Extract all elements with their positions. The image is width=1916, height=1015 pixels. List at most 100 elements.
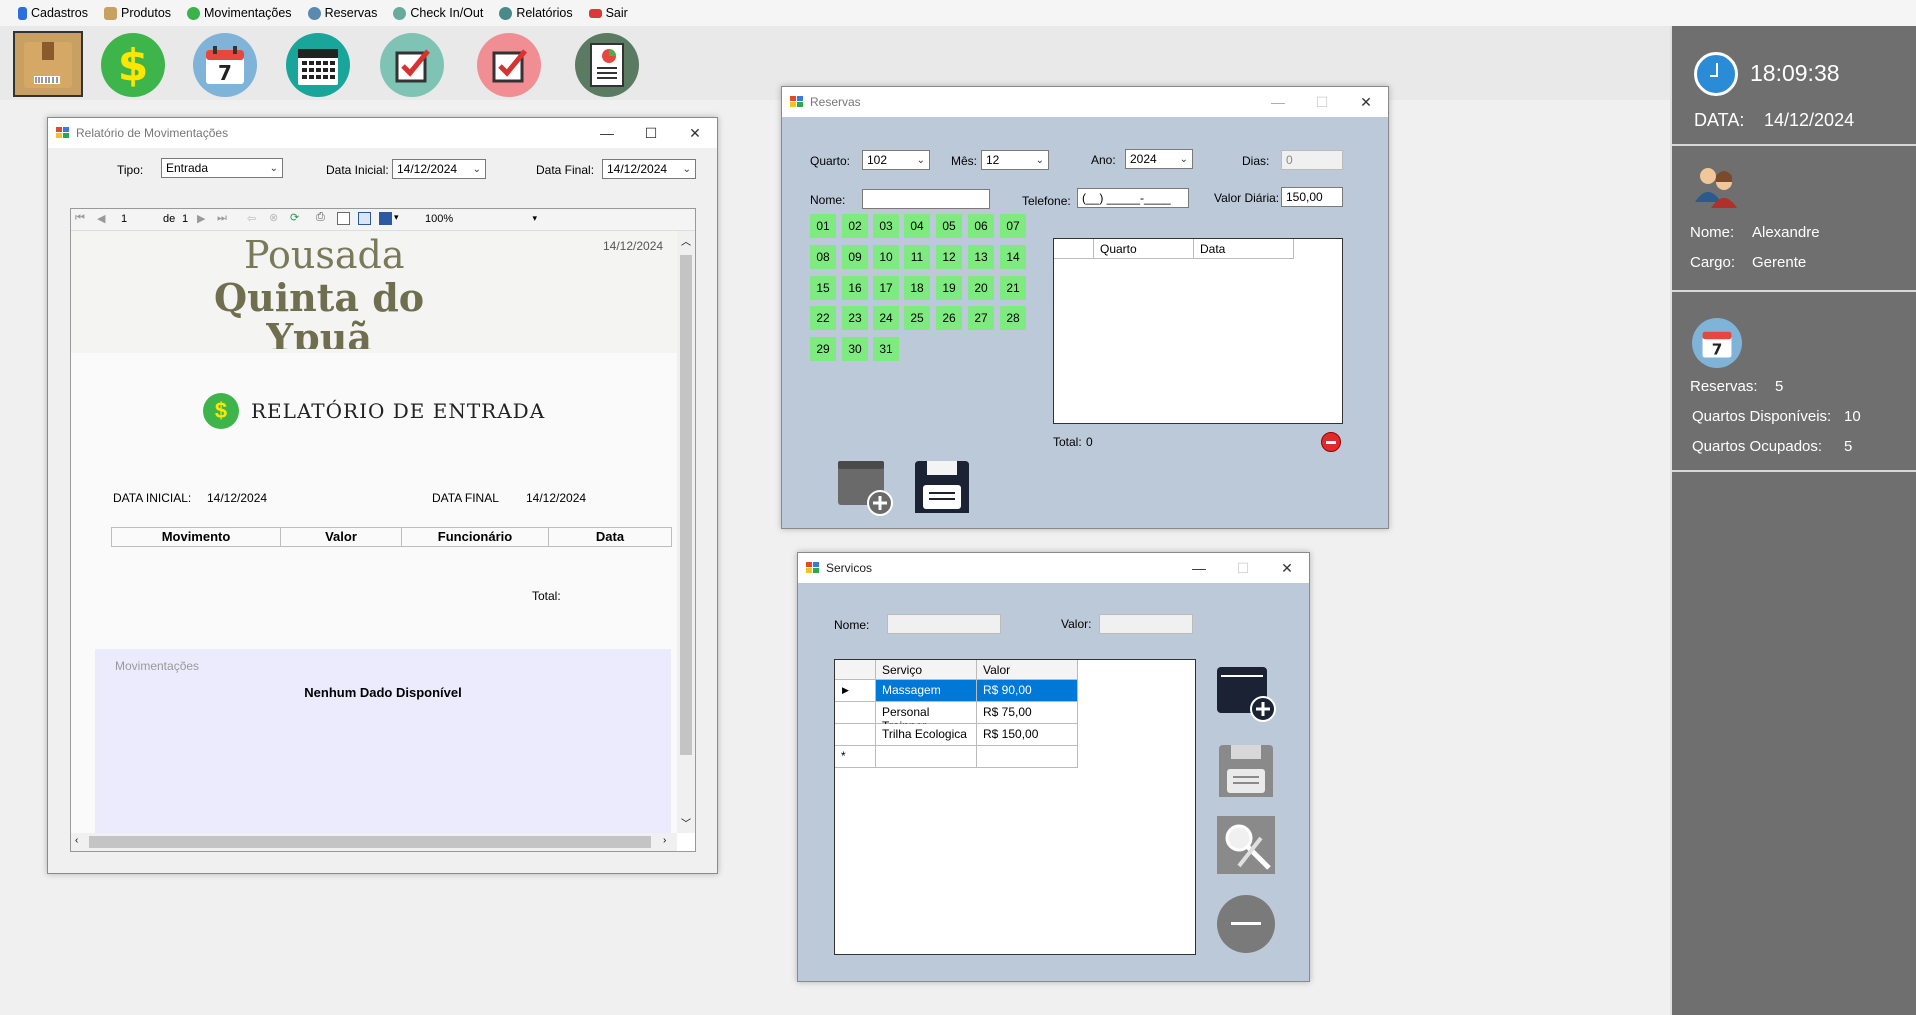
print-layout-icon[interactable] bbox=[337, 212, 350, 225]
relatorios-button[interactable] bbox=[575, 33, 639, 97]
last-page-icon[interactable]: ⏭ bbox=[217, 212, 227, 225]
ano-select[interactable]: 2024 ⌄ bbox=[1125, 149, 1193, 169]
cell-servico[interactable]: Massagem bbox=[876, 680, 977, 702]
cell-servico[interactable]: Personal Trainner bbox=[876, 702, 977, 733]
day-button-22[interactable]: 22 bbox=[810, 306, 836, 330]
new-row-cell[interactable] bbox=[876, 746, 977, 768]
new-row-marker[interactable]: * bbox=[835, 746, 876, 768]
day-button-15[interactable]: 15 bbox=[810, 276, 836, 300]
maximize-button[interactable]: ☐ bbox=[1300, 87, 1344, 117]
day-button-27[interactable]: 27 bbox=[968, 306, 994, 330]
telefone-field[interactable]: (__) _____-____ bbox=[1077, 188, 1189, 208]
servico-nome-field[interactable] bbox=[887, 614, 1001, 634]
day-button-25[interactable]: 25 bbox=[904, 306, 930, 330]
day-button-30[interactable]: 30 bbox=[842, 337, 868, 361]
save-reserva-button[interactable] bbox=[913, 457, 971, 517]
maximize-button[interactable]: ☐ bbox=[1221, 553, 1265, 583]
remove-servico-button[interactable] bbox=[1217, 895, 1275, 953]
checkin-button[interactable] bbox=[380, 33, 444, 97]
page-setup-icon[interactable] bbox=[358, 212, 371, 225]
prev-page-icon[interactable]: ◀ bbox=[97, 212, 105, 225]
scroll-up-icon[interactable]: ︿ bbox=[681, 233, 691, 248]
data-inicial-picker[interactable]: 14/12/2024 ⌄ bbox=[392, 159, 486, 179]
cell-servico[interactable]: Trilha Ecologica bbox=[876, 724, 977, 746]
menu-cadastros[interactable]: Cadastros bbox=[10, 0, 96, 26]
scroll-right-icon[interactable]: › bbox=[663, 835, 666, 846]
data-final-picker[interactable]: 14/12/2024 ⌄ bbox=[602, 159, 696, 179]
row-selector[interactable] bbox=[835, 724, 876, 746]
menu-checkinout[interactable]: Check In/Out bbox=[385, 0, 491, 26]
refresh-icon[interactable]: ⟳ bbox=[290, 211, 299, 224]
page-input[interactable]: 1 bbox=[121, 213, 127, 225]
cell-valor[interactable]: R$ 75,00 bbox=[977, 702, 1078, 724]
calendario-button[interactable] bbox=[286, 33, 350, 97]
minimize-button[interactable]: — bbox=[1177, 553, 1221, 583]
day-button-31[interactable]: 31 bbox=[873, 337, 899, 361]
day-button-29[interactable]: 29 bbox=[810, 337, 836, 361]
menu-movimentacoes[interactable]: Movimentações bbox=[179, 0, 300, 26]
menu-produtos[interactable]: Produtos bbox=[96, 0, 179, 26]
day-button-16[interactable]: 16 bbox=[842, 276, 868, 300]
row-selector[interactable] bbox=[835, 702, 876, 724]
close-button[interactable]: ✕ bbox=[673, 118, 717, 148]
col-servico[interactable]: Serviço bbox=[876, 660, 977, 680]
day-button-18[interactable]: 18 bbox=[904, 276, 930, 300]
remove-icon[interactable] bbox=[1321, 432, 1341, 452]
day-button-01[interactable]: 01 bbox=[810, 214, 836, 238]
cell-valor[interactable]: R$ 150,00 bbox=[977, 724, 1078, 746]
close-button[interactable]: ✕ bbox=[1265, 553, 1309, 583]
product-box-button[interactable] bbox=[13, 31, 83, 97]
vertical-scrollbar[interactable]: ︿ ﹀ bbox=[677, 231, 695, 833]
add-reserva-button[interactable] bbox=[836, 457, 894, 517]
zoom-select[interactable]: 100% ▾ bbox=[423, 211, 541, 229]
day-button-10[interactable]: 10 bbox=[873, 245, 899, 269]
day-button-11[interactable]: 11 bbox=[904, 245, 930, 269]
day-button-13[interactable]: 13 bbox=[968, 245, 994, 269]
scroll-thumb[interactable] bbox=[89, 836, 651, 848]
stop-icon[interactable]: ⊗ bbox=[269, 211, 278, 224]
menu-relatorios[interactable]: Relatórios bbox=[491, 0, 580, 26]
minimize-button[interactable]: — bbox=[585, 118, 629, 148]
day-button-06[interactable]: 06 bbox=[968, 214, 994, 238]
col-valor[interactable]: Valor bbox=[977, 660, 1078, 680]
day-button-23[interactable]: 23 bbox=[842, 306, 868, 330]
export-icon[interactable] bbox=[379, 212, 392, 225]
scroll-thumb[interactable] bbox=[680, 255, 692, 755]
row-selector[interactable]: ▶ bbox=[835, 680, 876, 702]
menu-sair[interactable]: Sair bbox=[581, 0, 636, 26]
export-chevron-icon[interactable]: ▾ bbox=[394, 212, 399, 223]
day-button-09[interactable]: 09 bbox=[842, 245, 868, 269]
valor-diaria-field[interactable]: 150,00 bbox=[1281, 187, 1343, 207]
tipo-select[interactable]: Entrada ⌄ bbox=[161, 158, 283, 178]
day-button-02[interactable]: 02 bbox=[842, 214, 868, 238]
new-row-cell[interactable] bbox=[977, 746, 1078, 768]
mes-select[interactable]: 12 ⌄ bbox=[981, 150, 1049, 170]
save-servico-button[interactable] bbox=[1217, 741, 1275, 799]
movimentacoes-button[interactable]: $ bbox=[101, 33, 165, 97]
day-button-14[interactable]: 14 bbox=[1000, 245, 1026, 269]
search-servico-button[interactable] bbox=[1217, 816, 1275, 874]
reservas-button[interactable]: 7 bbox=[193, 33, 257, 97]
day-button-03[interactable]: 03 bbox=[873, 214, 899, 238]
col-data[interactable]: Data bbox=[1194, 239, 1294, 259]
scroll-down-icon[interactable]: ﹀ bbox=[681, 815, 691, 830]
day-button-21[interactable]: 21 bbox=[1000, 276, 1026, 300]
minimize-button[interactable]: — bbox=[1256, 87, 1300, 117]
day-button-24[interactable]: 24 bbox=[873, 306, 899, 330]
day-button-17[interactable]: 17 bbox=[873, 276, 899, 300]
day-button-07[interactable]: 07 bbox=[1000, 214, 1026, 238]
next-page-icon[interactable]: ▶ bbox=[197, 212, 205, 225]
print-icon[interactable]: ⎙ bbox=[316, 211, 325, 224]
day-button-08[interactable]: 08 bbox=[810, 245, 836, 269]
col-quarto[interactable]: Quarto bbox=[1094, 239, 1194, 259]
day-button-05[interactable]: 05 bbox=[936, 214, 962, 238]
day-button-19[interactable]: 19 bbox=[936, 276, 962, 300]
scroll-left-icon[interactable]: ‹ bbox=[75, 835, 78, 846]
checkout-button[interactable] bbox=[477, 33, 541, 97]
day-button-26[interactable]: 26 bbox=[936, 306, 962, 330]
day-button-04[interactable]: 04 bbox=[904, 214, 930, 238]
cell-valor[interactable]: R$ 90,00 bbox=[977, 680, 1078, 702]
first-page-icon[interactable]: ⏮ bbox=[75, 212, 85, 225]
add-servico-button[interactable] bbox=[1215, 665, 1277, 723]
dias-field[interactable]: 0 bbox=[1281, 150, 1343, 170]
